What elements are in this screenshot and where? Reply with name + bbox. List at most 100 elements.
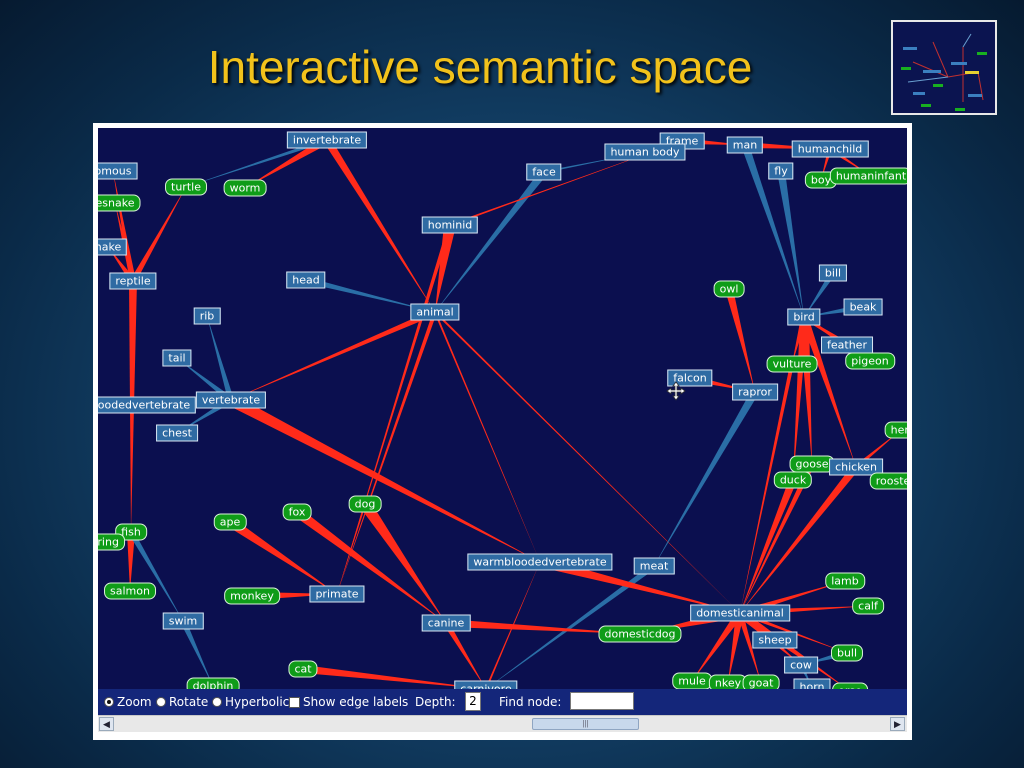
node-turtle[interactable]: turtle [165, 178, 207, 196]
hyperbolic-option[interactable]: Hyperbolic [212, 694, 289, 710]
node-pigeon[interactable]: pigeon [845, 352, 895, 370]
semantic-space-applet: invertebrate frame human body man humanchild… [93, 123, 912, 740]
node-carnivore[interactable]: carnivore [454, 680, 518, 689]
edge-labels-option[interactable]: Show edge labels [289, 694, 408, 710]
node-hen[interactable]: hen [884, 421, 907, 439]
horizontal-scrollbar[interactable]: ◀ ||| ▶ [98, 715, 907, 732]
node-domesticdog[interactable]: domesticdog [598, 625, 682, 643]
node-face[interactable]: face [526, 163, 562, 181]
zoom-label: Zoom [117, 695, 152, 709]
node-bill[interactable]: bill [818, 264, 848, 282]
find-node-input[interactable] [570, 692, 634, 710]
edge-animal-vertebrate [231, 309, 437, 400]
node-tail[interactable]: tail [162, 349, 192, 367]
node-duck[interactable]: duck [773, 471, 813, 489]
node-coldblooded[interactable]: oodedvertebrate [98, 396, 197, 414]
node-sheep[interactable]: sheep [752, 631, 798, 649]
node-goose[interactable]: goose [789, 455, 835, 473]
slide-title: Interactive semantic space [207, 41, 753, 93]
node-donkey[interactable]: nkey [708, 674, 748, 689]
node-beak[interactable]: beak [843, 298, 883, 316]
node-salmon[interactable]: salmon [104, 582, 156, 600]
node-venomous[interactable]: omous [98, 162, 138, 180]
node-feather[interactable]: feather [821, 336, 873, 354]
node-snake[interactable]: nake [98, 238, 128, 256]
node-meat[interactable]: meat [633, 557, 675, 575]
node-dolphin[interactable]: dolphin [186, 677, 240, 689]
edge-invertebrate-animal [323, 137, 435, 312]
node-humaninfant[interactable]: humaninfant [829, 167, 907, 185]
node-bull[interactable]: bull [830, 644, 864, 662]
rotate-label: Rotate [169, 695, 209, 709]
node-calf[interactable]: calf [852, 597, 884, 615]
find-node-label: Find node: [499, 695, 562, 709]
node-fly[interactable]: fly [768, 162, 794, 180]
scroll-left-icon[interactable]: ◀ [99, 717, 114, 731]
node-humanchild[interactable]: humanchild [791, 140, 869, 158]
node-head[interactable]: head [286, 271, 326, 289]
node-herring[interactable]: rring [98, 533, 125, 551]
node-rattlesnake[interactable]: esnake [98, 194, 141, 212]
node-reptile[interactable]: reptile [109, 272, 157, 290]
rotate-option[interactable]: Rotate [156, 694, 208, 710]
node-lamb[interactable]: lamb [825, 572, 865, 590]
edge-animal-warmblooded [434, 311, 540, 562]
graph-canvas[interactable]: invertebrate frame human body man humanchild… [98, 128, 907, 689]
edge-fish-swim [128, 530, 183, 621]
node-rooster[interactable]: rooste [869, 472, 907, 490]
node-primate[interactable]: primate [309, 585, 365, 603]
node-canine[interactable]: canine [421, 614, 471, 632]
zoom-radio[interactable] [104, 697, 114, 707]
edge-canine-carnivore [443, 621, 486, 689]
node-mule[interactable]: mule [672, 672, 712, 689]
node-bird[interactable]: bird [787, 308, 821, 326]
control-bar: Zoom Rotate Hyperbolic Show edge labels … [98, 689, 907, 715]
rotate-radio[interactable] [156, 697, 166, 707]
node-worm[interactable]: worm [223, 179, 267, 197]
depth-field[interactable]: 2 [465, 692, 481, 711]
node-cat[interactable]: cat [288, 660, 318, 678]
hyperbolic-label: Hyperbolic [225, 695, 290, 709]
node-horn[interactable]: horn [793, 678, 831, 689]
node-vulture[interactable]: vulture [766, 355, 818, 373]
edge-dog-canine [360, 500, 446, 623]
node-rib[interactable]: rib [193, 307, 221, 325]
edge-owl-raptor [725, 288, 755, 392]
node-owl[interactable]: owl [713, 280, 745, 298]
node-hominid[interactable]: hominid [421, 216, 479, 234]
node-fox[interactable]: fox [282, 503, 312, 521]
node-man[interactable]: man [726, 136, 764, 154]
edge-swim-dolphin [180, 619, 213, 686]
scroll-right-icon[interactable]: ▶ [890, 717, 905, 731]
thumbnail-graph-icon [901, 33, 987, 111]
node-warmblooded[interactable]: warmbloodedvertebrate [467, 553, 613, 571]
node-ape[interactable]: ape [213, 513, 247, 531]
edge-labels-label: Show edge labels [303, 695, 409, 709]
node-swim[interactable]: swim [162, 612, 204, 630]
node-animal[interactable]: animal [410, 303, 460, 321]
edge-labels-checkbox[interactable] [289, 696, 300, 708]
edge-vertebrate-rib [207, 316, 234, 401]
depth-label: Depth: [415, 695, 456, 709]
edge-duck-domesticanimal [740, 478, 797, 613]
edge-fly-bird [777, 170, 804, 317]
edge-reptile-venomous [113, 171, 136, 282]
node-chest[interactable]: chest [156, 424, 198, 442]
node-vertebrate[interactable]: vertebrate [195, 391, 267, 409]
scroll-thumb[interactable]: ||| [532, 718, 639, 730]
node-monkey[interactable]: monkey [224, 587, 280, 605]
edge-fox-canine [294, 507, 446, 623]
edge-raptor-meat [654, 389, 759, 566]
node-cow[interactable]: cow [784, 656, 818, 674]
preview-thumbnail [891, 20, 997, 115]
hyperbolic-radio[interactable] [212, 697, 222, 707]
node-invertebrate[interactable]: invertebrate [286, 131, 368, 149]
node-dog[interactable]: dog [348, 495, 382, 513]
node-raptor[interactable]: rapror [732, 383, 778, 401]
edge-hominid-primate [337, 224, 452, 594]
node-domesticanimal[interactable]: domesticanimal [690, 604, 790, 622]
move-cursor-icon [666, 381, 686, 401]
node-human-body[interactable]: human body [604, 143, 686, 161]
zoom-option[interactable]: Zoom [104, 694, 152, 710]
node-goat[interactable]: goat [742, 674, 780, 689]
